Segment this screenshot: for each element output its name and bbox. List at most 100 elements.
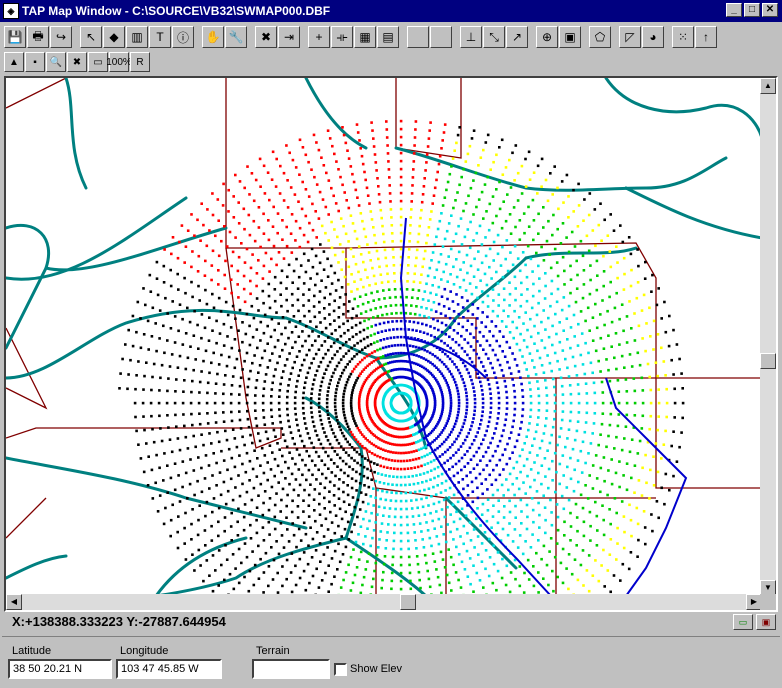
- coverage-dot: [524, 540, 527, 543]
- longitude-field[interactable]: 103 47 45.85 W: [116, 659, 222, 679]
- status-layers-icon[interactable]: ▣: [756, 614, 776, 630]
- coverage-dot: [243, 503, 247, 506]
- coverage-dot: [480, 190, 484, 194]
- coverage-dot: [291, 366, 294, 370]
- coverage-dot: [420, 447, 423, 451]
- coverage-dot: [353, 459, 356, 462]
- terrain-field[interactable]: [252, 659, 330, 679]
- map-canvas[interactable]: [6, 78, 762, 596]
- expand-arrow-icon[interactable]: ↗: [506, 26, 528, 48]
- coverage-dot: [236, 534, 240, 537]
- notepad-icon[interactable]: ▤: [377, 26, 399, 48]
- coverage-dot: [366, 476, 369, 480]
- coverage-dot: [431, 353, 434, 356]
- scroll-up-arrow-icon[interactable]: ▲: [760, 78, 776, 94]
- coverage-dot: [250, 172, 254, 175]
- coverage-dot: [314, 283, 317, 287]
- save-icon[interactable]: 💾: [4, 26, 26, 48]
- coverage-dot: [480, 418, 483, 422]
- coverage-dot: [200, 370, 203, 373]
- red-x-icon[interactable]: ✖: [67, 52, 87, 72]
- pie-chart-icon[interactable]: ◕: [642, 26, 664, 48]
- coverage-dot: [237, 581, 241, 585]
- exit-door-icon[interactable]: ⇥: [278, 26, 300, 48]
- coverage-dot: [516, 199, 520, 202]
- coverage-dot: [440, 482, 444, 485]
- up-arrow-icon[interactable]: ↑: [695, 26, 717, 48]
- title-bar[interactable]: ◈ TAP Map Window - C:\SOURCE\VB32\SWMAP0…: [0, 0, 782, 22]
- close-button[interactable]: ✕: [762, 3, 778, 17]
- scroll-left-arrow-icon[interactable]: ◀: [6, 594, 22, 610]
- tower-green-icon[interactable]: ▲: [4, 52, 24, 72]
- coverage-dot: [581, 296, 585, 300]
- map-svg[interactable]: [6, 78, 762, 596]
- text-tool-icon[interactable]: T: [149, 26, 171, 48]
- coverage-dot: [452, 265, 455, 269]
- coverage-dot: [504, 385, 508, 388]
- coverage-dot: [407, 328, 411, 331]
- wrench-icon[interactable]: 🔧: [225, 26, 247, 48]
- zoom-100-icon[interactable]: 100%: [106, 52, 132, 72]
- coverage-dot: [472, 564, 475, 567]
- coverage-dot: [372, 145, 376, 148]
- coverage-dot: [318, 311, 321, 314]
- vertical-scroll-thumb[interactable]: [760, 353, 776, 369]
- r-label-icon[interactable]: R: [130, 52, 150, 72]
- coverage-dot: [616, 424, 620, 428]
- delete-x-icon[interactable]: ✖: [255, 26, 277, 48]
- blank-button-1-icon[interactable]: [407, 26, 429, 48]
- horizontal-scrollbar[interactable]: ◀ ▶: [6, 594, 762, 610]
- coverage-dot: [270, 408, 273, 412]
- minimize-button[interactable]: _: [726, 3, 742, 17]
- blank-button-2-icon[interactable]: [430, 26, 452, 48]
- coverage-dot: [318, 542, 322, 545]
- coverage-dot: [511, 451, 514, 454]
- coverage-dot: [551, 569, 554, 573]
- print-icon[interactable]: 🖶: [27, 26, 49, 48]
- coverage-dot: [528, 178, 532, 181]
- coverage-dot: [278, 389, 282, 392]
- zoom-box-icon[interactable]: ⤡: [483, 26, 505, 48]
- axis-icon[interactable]: ⊥: [460, 26, 482, 48]
- grid-icon[interactable]: ▦: [354, 26, 376, 48]
- coverage-dot: [399, 207, 403, 211]
- coverage-dot: [540, 339, 544, 342]
- coverage-dot: [156, 293, 160, 297]
- maximize-button[interactable]: □: [744, 3, 760, 17]
- redo-arrow-icon[interactable]: ↪: [50, 26, 72, 48]
- status-map-icon[interactable]: ▭: [733, 614, 753, 630]
- drag-hand-icon[interactable]: ✋: [202, 26, 224, 48]
- magnify-globe-icon[interactable]: 🔍: [46, 52, 66, 72]
- polygon-icon[interactable]: ⬠: [589, 26, 611, 48]
- coverage-dot: [307, 504, 311, 507]
- select-arrow-icon[interactable]: ↖: [80, 26, 102, 48]
- scatter-points-icon[interactable]: ⁙: [672, 26, 694, 48]
- coverage-dot: [259, 482, 263, 486]
- coverage-dot: [252, 583, 256, 587]
- coverage-dot: [423, 290, 427, 293]
- map-frame-icon[interactable]: ▭: [88, 52, 108, 72]
- crosshair-plus-icon[interactable]: +: [308, 26, 330, 48]
- coverage-dot: [583, 430, 587, 434]
- coverage-dot: [273, 527, 277, 531]
- app-icon[interactable]: ◈: [3, 3, 19, 19]
- coverage-dot: [430, 544, 433, 548]
- latitude-field[interactable]: 38 50 20.21 N: [8, 659, 112, 679]
- terrain-profile-icon[interactable]: ◸: [619, 26, 641, 48]
- color-layers-icon[interactable]: ▣: [559, 26, 581, 48]
- show-elev-checkbox[interactable]: [334, 663, 347, 676]
- coverage-dot: [243, 300, 247, 304]
- coverage-dot: [166, 389, 169, 393]
- building-icon[interactable]: ▥: [126, 26, 148, 48]
- coverage-dot: [462, 422, 466, 425]
- coverage-dot: [652, 319, 656, 323]
- tower-small-icon[interactable]: ▪: [25, 52, 45, 72]
- shapes-icon[interactable]: ◆: [103, 26, 125, 48]
- ruler-icon[interactable]: ⟛: [331, 26, 353, 48]
- coverage-dot: [534, 430, 538, 434]
- horizontal-scroll-thumb[interactable]: [400, 594, 416, 610]
- vertical-scrollbar[interactable]: ▲ ▼: [760, 78, 776, 596]
- coverage-dot: [405, 459, 409, 463]
- info-icon[interactable]: ⓘ: [172, 26, 194, 48]
- target-crosshair-icon[interactable]: ⊕: [536, 26, 558, 48]
